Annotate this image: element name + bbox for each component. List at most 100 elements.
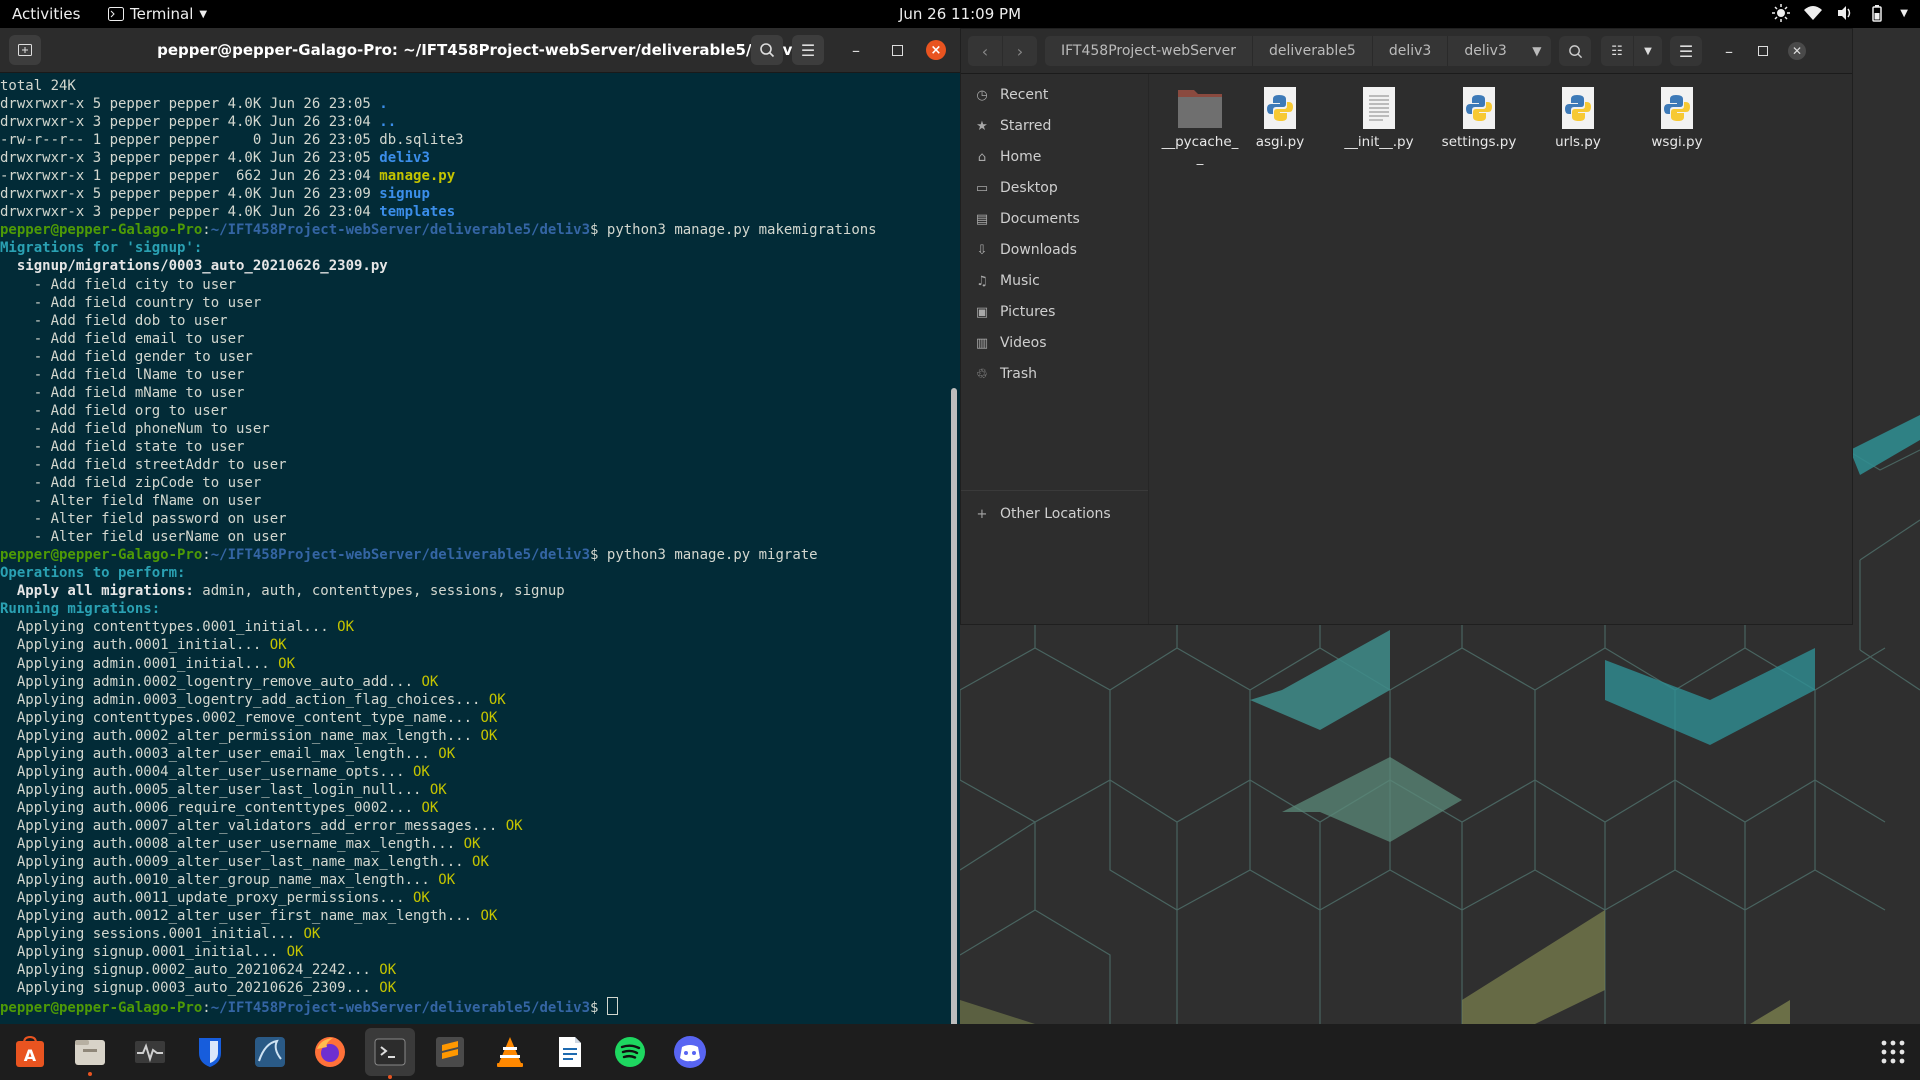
terminal-text: OK [413,673,439,690]
terminal-text: OK [472,908,498,925]
volume-icon [1838,6,1851,20]
dock-item-libreoffice-writer[interactable] [549,1031,591,1073]
sidebar-item-recent[interactable]: ◷ Recent [974,84,1048,106]
terminal-line: -rw-r--r-- 1 pepper pepper 0 Jun 26 23:0… [0,131,950,149]
terminal-text: $ python3 manage.py migrate [590,547,818,564]
terminal-line: Operations to perform: [0,564,950,582]
breadcrumb-item[interactable]: IFT458Project-webServer [1045,36,1254,66]
file-item[interactable]: settings.py [1434,86,1524,150]
view-list-button[interactable]: ☷ [1601,36,1633,66]
close-button[interactable]: ✕ [1781,36,1813,66]
maximize-icon [891,44,903,56]
sidebar-item-label: Recent [1000,87,1049,103]
dock-item-terminal[interactable] [365,1028,415,1079]
terminal-text: -rwxrwxr-x 1 pepper pepper 662 Jun 26 23… [0,168,380,185]
terminal-window[interactable]: pepper@pepper-Galago-Pro: ~/IFT458Projec… [0,28,960,1024]
sidebar-separator [961,490,1148,491]
sidebar-item-downloads[interactable]: ⇩ Downloads [974,239,1077,261]
terminal-text: Applying auth.0004_alter_user_username_o… [0,763,405,780]
system-tray[interactable]: ▼ [1772,4,1908,22]
minimize-button[interactable]: – [1713,36,1745,66]
sidebar-item-pictures[interactable]: ▣ Pictures [974,301,1056,323]
menu-button[interactable]: ☰ [1670,36,1702,66]
sidebar-item-music[interactable]: ♫ Music [974,270,1040,292]
dock-item-mysql-workbench[interactable] [249,1031,291,1073]
sidebar-item-home[interactable]: ⌂ Home [974,146,1041,168]
back-button[interactable]: ‹ [968,36,1002,66]
sidebar-item-desktop[interactable]: ▭ Desktop [974,177,1058,199]
minimize-icon: – [1725,41,1733,61]
sidebar-item-videos[interactable]: ▥ Videos [974,332,1047,354]
terminal-text: ~/IFT458Project-webServer/deliverable5/d… [210,222,591,239]
dock-item-vlc[interactable] [489,1031,531,1073]
terminal-line: - Add field country to user [0,294,950,312]
sidebar-item-starred[interactable]: ★ Starred [974,115,1051,137]
sidebar-item-documents[interactable]: ▤ Documents [974,208,1080,230]
terminal-text: Operations to perform: [0,565,186,582]
dock-item-firefox[interactable] [309,1031,351,1073]
terminal-line: - Add field email to user [0,330,950,348]
chevron-left-icon: ‹ [981,41,989,61]
terminal-text: - Add field dob to user [0,312,228,329]
terminal-text: Applying auth.0009_alter_user_last_name_… [0,854,464,871]
menu-button[interactable]: ☰ [792,35,824,65]
breadcrumb-item[interactable]: deliv3 [1373,36,1449,66]
dock-item-files[interactable] [69,1031,111,1076]
terminal-headerbar[interactable]: pepper@pepper-Galago-Pro: ~/IFT458Projec… [0,28,960,73]
view-options-button[interactable]: ▼ [1634,36,1662,66]
search-icon [1568,44,1582,58]
sidebar-item-other-locations[interactable]: + Other Locations [974,503,1111,525]
show-applications-icon[interactable] [1880,1039,1906,1065]
terminal-line: Applying signup.0003_auto_20210626_2309.… [0,979,950,997]
terminal-line: drwxrwxr-x 3 pepper pepper 4.0K Jun 26 2… [0,149,950,167]
terminal-output[interactable]: total 24K drwxrwxr-x 5 pepper pepper 4.0K… [0,73,950,1024]
file-item[interactable]: asgi.py [1235,86,1325,150]
terminal-line: - Add field streetAddr to user [0,456,950,474]
terminal-text: Migrations for 'signup': [0,240,203,257]
terminal-line: -rwxrwxr-x 1 pepper pepper 662 Jun 26 23… [0,167,950,185]
terminal-line: Applying signup.0002_auto_20210624_2242.… [0,961,950,979]
chevron-down-icon[interactable]: ▼ [1523,36,1551,66]
folder-item[interactable]: __pycache__ [1155,86,1245,166]
terminal-line: - Add field org to user [0,402,950,420]
minimize-button[interactable]: – [840,35,872,65]
chevron-down-icon: ▼ [199,8,208,20]
sidebar-item-trash[interactable]: ♲ Trash [974,363,1037,385]
file-item[interactable]: wsgi.py [1632,86,1722,150]
terminal-line: - Alter field password on user [0,510,950,528]
dock-item-spotify[interactable] [609,1031,651,1073]
files-window[interactable]: ‹ › IFT458Project-webServer deliverable5… [960,28,1853,625]
forward-button[interactable]: › [1003,36,1037,66]
dock-item-ubuntu-software[interactable]: A [9,1031,51,1073]
terminal-scrollbar[interactable] [951,388,957,1024]
terminal-text: Applying admin.0002_logentry_remove_auto… [0,673,414,690]
breadcrumb[interactable]: IFT458Project-webServer deliverable5 del… [1045,36,1551,66]
maximize-button[interactable] [881,35,913,65]
maximize-button[interactable] [1747,36,1779,66]
dock-item-system-monitor[interactable] [129,1031,171,1073]
dock-item-bitwarden[interactable] [189,1031,231,1073]
activities-button[interactable]: Activities [12,5,80,23]
sublime-text-icon [436,1037,464,1067]
dock-item-discord[interactable] [669,1031,711,1073]
search-button[interactable] [1559,36,1591,66]
app-menu[interactable]: Terminal ▼ [108,5,207,23]
search-button[interactable] [751,35,783,65]
breadcrumb-item-current[interactable]: deliv3 [1448,36,1522,66]
file-view[interactable]: __pycache__ asgi.py __init__.py settings.py… [1149,74,1852,624]
terminal-text: drwxrwxr-x 5 pepper pepper 4.0K Jun 26 2… [0,186,380,203]
close-button[interactable]: × [926,40,946,60]
file-item[interactable]: __init__.py [1334,86,1424,150]
dock-item-sublime-text[interactable] [429,1031,471,1073]
terminal-text: Applying contenttypes.0002_remove_conten… [0,709,473,726]
document-icon: ▤ [975,211,989,227]
terminal-text: : [202,222,211,239]
clock[interactable]: Jun 26 11:09 PM [899,5,1021,23]
file-item[interactable]: urls.py [1533,86,1623,150]
music-icon: ♫ [976,273,988,289]
running-indicator [88,1072,92,1076]
files-headerbar[interactable]: ‹ › IFT458Project-webServer deliverable5… [961,29,1852,74]
terminal-text: Applying auth.0010_alter_group_name_max_… [0,872,430,889]
breadcrumb-item[interactable]: deliverable5 [1253,36,1373,66]
file-name: __pycache__ [1161,134,1239,166]
